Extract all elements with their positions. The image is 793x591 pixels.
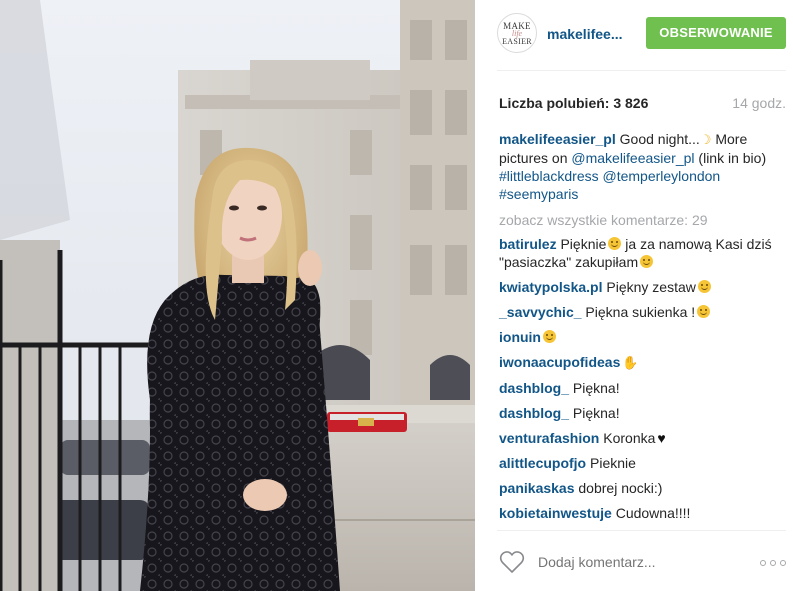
- post-timestamp[interactable]: 14 godz.: [732, 95, 786, 111]
- view-all-comments-link[interactable]: zobacz wszystkie komentarze: 29: [499, 211, 787, 229]
- heart-outline-icon[interactable]: [499, 550, 525, 574]
- comment-text: Piękny zestaw: [606, 279, 696, 295]
- comment-username[interactable]: dashblog_: [499, 380, 569, 396]
- comment-username[interactable]: panikaskas: [499, 480, 575, 496]
- comment-text: Piękna!: [572, 380, 620, 396]
- comment-text: dobrej nocki:): [578, 480, 663, 496]
- comment-text: Pieknie: [590, 455, 636, 471]
- comment-username[interactable]: batirulez: [499, 236, 557, 252]
- comment-text: Pięknie: [560, 236, 607, 252]
- comment-text: Piękna sukienka !: [585, 304, 696, 320]
- smiling-face-icon: [608, 237, 622, 250]
- comments-list: makelifeeasier_pl Good night...☽ More pi…: [499, 130, 787, 529]
- caption-hashtag-seemyparis[interactable]: #seemyparis: [499, 186, 578, 202]
- post-photo[interactable]: [0, 0, 475, 591]
- comment-username[interactable]: kobietainwestuje: [499, 505, 612, 521]
- comment-item: ionuin: [499, 328, 787, 346]
- comment-username[interactable]: iwonaacupofideas: [499, 354, 620, 370]
- smiling-face-icon: [697, 280, 711, 293]
- crescent-moon-icon: ☽: [699, 132, 712, 147]
- waving-hand-icon: ✋: [622, 355, 639, 370]
- smiling-face-icon: [697, 305, 711, 318]
- smiling-face-icon: [640, 255, 654, 268]
- comment-text: Koronka: [603, 430, 656, 446]
- caption-text-1: Good night...: [619, 131, 700, 147]
- comment-item: dashblog_ Piękna!: [499, 379, 787, 397]
- caption-mention[interactable]: @makelifeeasier_pl: [571, 150, 694, 166]
- post-side-panel: MAKE life EASIER makelifee... OBSERWOWAN…: [475, 0, 793, 591]
- comment-username[interactable]: ionuin: [499, 329, 541, 345]
- comment-username[interactable]: _savvychic_: [499, 304, 582, 320]
- comment-username[interactable]: kwiatypolska.pl: [499, 279, 602, 295]
- smiling-face-icon: [543, 330, 556, 343]
- comment-item: alittlecupofjo Pieknie: [499, 454, 787, 472]
- header-divider: [497, 70, 786, 71]
- caption-username[interactable]: makelifeeasier_pl: [499, 131, 616, 147]
- post-header: MAKE life EASIER makelifee... OBSERWOWAN…: [475, 0, 793, 70]
- comment-item: panikaskas dobrej nocki:): [499, 479, 787, 497]
- post-username-link[interactable]: makelifee...: [547, 26, 623, 42]
- black-heart-icon: ♥: [657, 430, 666, 446]
- add-comment-input[interactable]: [538, 554, 718, 570]
- comment-item: _savvychic_ Piękna sukienka !: [499, 303, 787, 321]
- comment-username[interactable]: alittlecupofjo: [499, 455, 586, 471]
- comment-item: iwonaacupofideas ✋: [499, 353, 787, 372]
- comment-item: dashblog_ Piękna!: [499, 404, 787, 422]
- comment-text: Piękna!: [572, 405, 620, 421]
- caption-text-3: (link in bio): [698, 150, 767, 166]
- comment-item: kwiatypolska.pl Piękny zestaw: [499, 278, 787, 296]
- avatar-text-easier: EASIER: [502, 37, 532, 46]
- comment-text: Cudowna!!!!: [615, 505, 691, 521]
- comment-item: batirulez Pięknie ja za namową Kasi dziś…: [499, 235, 787, 271]
- avatar[interactable]: MAKE life EASIER: [497, 13, 537, 53]
- likes-count[interactable]: Liczba polubień: 3 826: [499, 95, 648, 111]
- more-options-icon[interactable]: [760, 560, 788, 568]
- comment-username[interactable]: dashblog_: [499, 405, 569, 421]
- caption: makelifeeasier_pl Good night...☽ More pi…: [499, 130, 787, 203]
- caption-hashtag-littleblackdress[interactable]: #littleblackdress: [499, 168, 599, 184]
- comment-item: venturafashion Koronka ♥: [499, 429, 787, 447]
- following-button[interactable]: OBSERWOWANIE: [646, 17, 786, 49]
- caption-mention-temperley[interactable]: @temperleylondon: [603, 168, 721, 184]
- footer-divider: [497, 530, 786, 531]
- comment-item: kobietainwestuje Cudowna!!!!: [499, 504, 787, 522]
- comment-username[interactable]: venturafashion: [499, 430, 599, 446]
- photo-illustration: [0, 0, 475, 591]
